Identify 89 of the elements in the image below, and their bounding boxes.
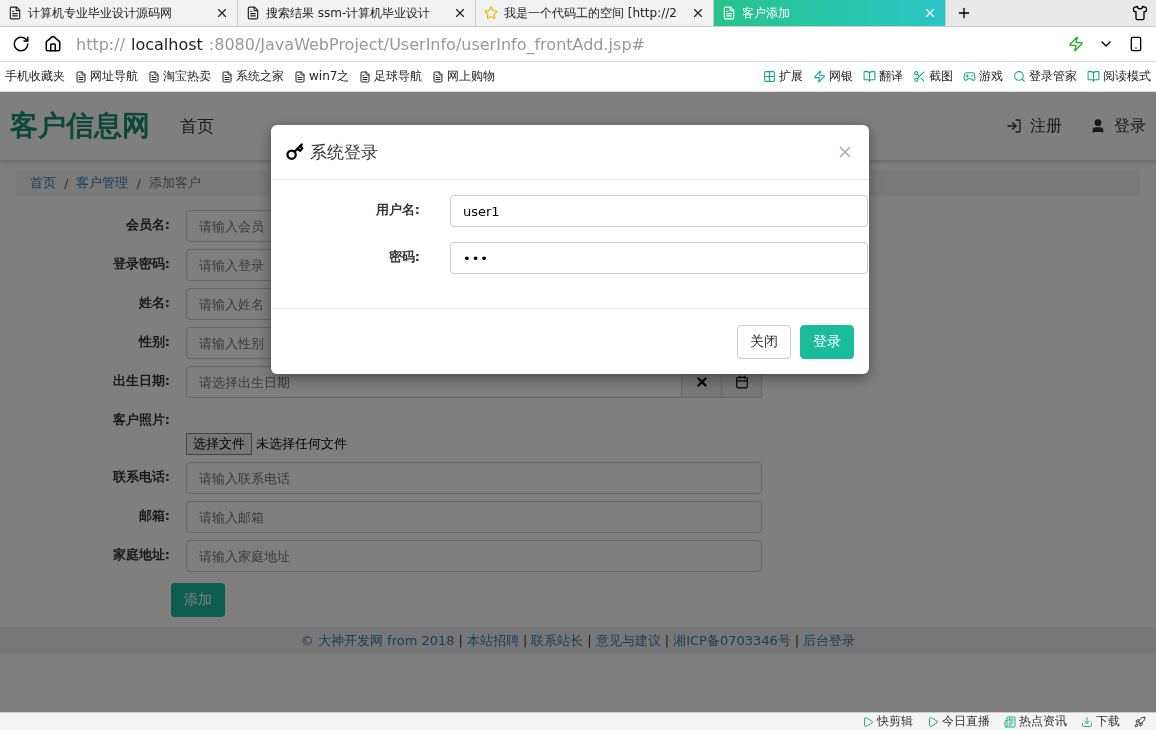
field-label: 性别: — [137, 333, 170, 351]
play-icon — [927, 715, 939, 728]
scissors-icon — [913, 70, 926, 83]
browser-tab[interactable]: 计算机专业毕业设计源码网 — [0, 0, 238, 26]
grid-icon — [763, 70, 776, 83]
phone-icon[interactable] — [1128, 36, 1144, 52]
breadcrumb-separator: / — [64, 175, 69, 191]
input-field[interactable]: 请输入联系电话 — [186, 462, 762, 494]
bookmark-item[interactable]: 淘宝热卖 — [143, 68, 216, 85]
input-field[interactable]: 请输入邮箱 — [186, 501, 762, 533]
toolbar-item[interactable]: 游戏 — [958, 68, 1008, 85]
password-field[interactable]: ••• — [450, 242, 868, 274]
page-icon — [432, 70, 445, 83]
star-icon — [484, 6, 498, 20]
bookmark-item[interactable]: 网上购物 — [427, 68, 501, 85]
reload-icon[interactable] — [12, 35, 30, 53]
page-icon — [148, 70, 160, 83]
new-tab-icon[interactable] — [956, 5, 972, 21]
toolbar-item[interactable]: 阅读模式 — [1082, 68, 1156, 85]
page-icon — [294, 70, 306, 83]
page-icon — [722, 6, 736, 20]
gamepad-icon — [963, 70, 976, 83]
shirt-icon[interactable] — [1132, 5, 1148, 21]
close-icon[interactable] — [453, 6, 467, 20]
key-icon — [286, 143, 304, 161]
field-label: 联系电话: — [111, 468, 170, 486]
field-label: 登录密码: — [111, 255, 170, 273]
newspaper-icon — [1004, 715, 1016, 728]
separator-text: | — [458, 633, 463, 648]
bookmark-item[interactable]: win7之 — [289, 68, 355, 85]
username-field[interactable]: user1 — [450, 195, 868, 227]
bolt-icon[interactable] — [1068, 36, 1084, 52]
page-icon — [221, 70, 233, 83]
download-icon — [1081, 715, 1093, 728]
book-icon — [1087, 70, 1100, 83]
breadcrumb-separator: / — [136, 175, 141, 191]
field-label: 姓名: — [137, 294, 170, 312]
breadcrumb-current: 添加客户 — [148, 174, 201, 192]
toolbar-item[interactable]: 翻译 — [858, 68, 908, 85]
status-item[interactable]: 热点资讯 — [1004, 713, 1067, 730]
close-icon[interactable] — [691, 6, 705, 20]
separator-text: | — [522, 633, 528, 648]
address-field[interactable]: http:// localhost :8080/JavaWebProject/UserInfo/userInfo_frontAdd.jsp# — [76, 34, 1054, 54]
toolbar-item[interactable]: 扩展 — [758, 68, 808, 85]
page-icon — [246, 6, 260, 20]
book-icon — [863, 70, 876, 83]
browser-tab[interactable]: 搜索结果 ssm-计算机毕业设计 — [238, 0, 476, 26]
status-item[interactable]: 下载 — [1081, 713, 1120, 730]
close-icon[interactable] — [215, 6, 229, 20]
status-item[interactable]: 今日直播 — [927, 713, 990, 730]
status-item[interactable]: 快剪辑 — [862, 713, 913, 730]
page-icon — [359, 70, 372, 83]
field-label: 出生日期: — [111, 372, 170, 390]
toolbar-item[interactable]: 网银 — [808, 68, 858, 85]
sign-in-icon — [1006, 118, 1022, 134]
register-link[interactable]: 注册 — [1006, 115, 1062, 137]
field-label: 密码: — [387, 248, 420, 266]
page-icon — [75, 70, 87, 83]
field-label: 客户照片: — [111, 411, 170, 429]
separator-text: | — [587, 633, 592, 648]
user-icon — [1090, 118, 1106, 134]
file-status: 未选择任何文件 — [256, 435, 347, 453]
field-label: 用户名: — [374, 201, 420, 219]
bookmark-item[interactable]: 网址导航 — [70, 68, 143, 85]
home-icon[interactable] — [44, 35, 62, 53]
toolbar-item[interactable]: 登录管家 — [1008, 68, 1082, 85]
bolt-icon — [813, 70, 826, 83]
field-label: 家庭地址: — [111, 546, 170, 564]
close-button[interactable]: 关闭 — [737, 324, 791, 359]
separator-text: | — [664, 633, 670, 648]
search-icon — [1013, 70, 1026, 83]
play-icon — [862, 715, 874, 728]
choose-file-button[interactable]: 选择文件 — [186, 433, 252, 455]
bookmark-item[interactable]: 手机收藏夹 — [0, 68, 70, 85]
input-field[interactable]: 请输入家庭地址 — [186, 540, 762, 572]
separator-text: | — [794, 633, 800, 648]
calendar-icon — [734, 375, 749, 389]
login-link[interactable]: 登录 — [1090, 115, 1146, 137]
field-label: 邮箱: — [137, 507, 170, 525]
rocket-icon[interactable] — [1134, 715, 1146, 728]
toolbar-item[interactable]: 截图 — [908, 68, 958, 85]
nav-link[interactable]: 首页 — [180, 114, 214, 138]
page-icon — [8, 6, 22, 20]
bookmark-item[interactable]: 足球导航 — [354, 68, 428, 85]
browser-tab[interactable]: 我是一个代码工的空间 [http://2 — [476, 0, 714, 26]
clear-icon — [694, 375, 709, 389]
field-label: 会员名: — [124, 216, 170, 234]
bookmark-item[interactable]: 系统之家 — [216, 68, 289, 85]
dialog-title: 系统登录 — [310, 140, 378, 164]
